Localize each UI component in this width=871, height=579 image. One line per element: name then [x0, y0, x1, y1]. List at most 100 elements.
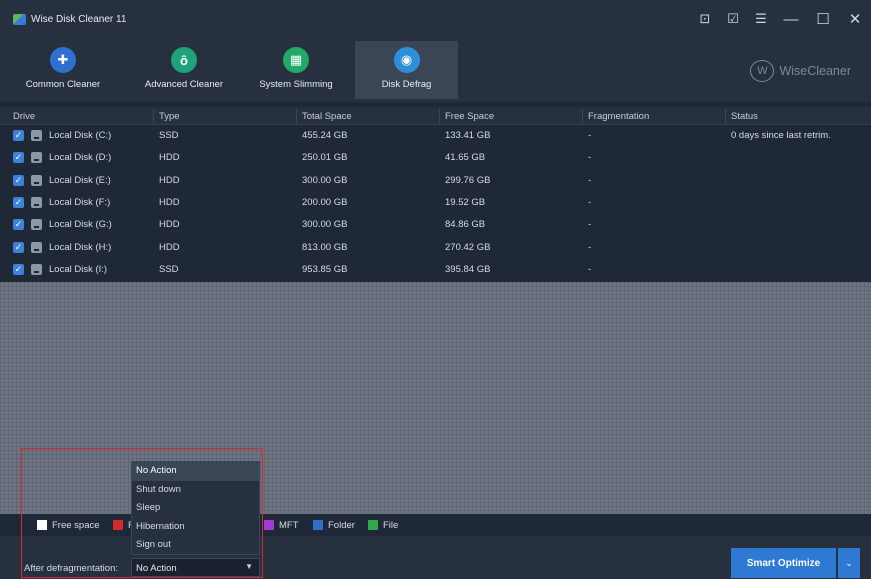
hard-drive-icon: [31, 263, 42, 275]
cell-frag: -: [588, 152, 592, 164]
cell-total: 953.85 GB: [302, 263, 348, 275]
hard-drive-icon: [31, 130, 42, 141]
drive-checkbox[interactable]: ✓: [13, 130, 24, 141]
column-header-type[interactable]: Type: [159, 111, 180, 122]
legend-swatch: [264, 520, 274, 530]
legend-label: Folder: [328, 519, 355, 531]
column-header-status[interactable]: Status: [731, 111, 758, 122]
drive-checkbox[interactable]: ✓: [13, 152, 24, 164]
highlight-box: [21, 448, 263, 578]
hard-drive-icon: [31, 196, 42, 208]
wisecleaner-logo: W WiseCleaner: [750, 60, 851, 82]
column-divider: [153, 109, 154, 123]
table-row[interactable]: ✓ Local Disk (H:) HDD 813.00 GB 270.42 GB -: [0, 237, 871, 259]
tool-system-slimming[interactable]: ▦ System Slimming: [250, 41, 342, 99]
cell-type: HDD: [159, 241, 180, 253]
maximize-icon[interactable]: ☐: [807, 7, 839, 31]
column-divider: [439, 109, 440, 123]
table-row[interactable]: ✓ Local Disk (D:) HDD 250.01 GB 41.65 GB -: [0, 147, 871, 169]
wisecleaner-logo-text: WiseCleaner: [779, 64, 851, 78]
close-icon[interactable]: ✕: [839, 7, 871, 31]
cell-total: 250.01 GB: [302, 152, 348, 164]
cell-drive: Local Disk (G:): [49, 219, 112, 231]
cell-drive: Local Disk (I:): [49, 263, 108, 275]
cell-type: SSD: [159, 130, 179, 141]
cell-status: 0 days since last retrim.: [731, 130, 831, 141]
drive-checkbox[interactable]: ✓: [13, 263, 24, 275]
windows-icon: ▦: [283, 47, 309, 73]
column-header-fragmentation[interactable]: Fragmentation: [588, 111, 649, 122]
cell-total: 300.00 GB: [302, 219, 348, 231]
hard-drive-icon: [31, 174, 42, 186]
drive-checkbox[interactable]: ✓: [13, 196, 24, 208]
drive-checkbox[interactable]: ✓: [13, 174, 24, 186]
window-controls: ⊡ ☑ ☰ — ☐ ✕: [691, 0, 871, 38]
tool-advanced-cleaner[interactable]: ô Advanced Cleaner: [134, 41, 234, 99]
cell-drive: Local Disk (C:): [49, 130, 112, 141]
cell-frag: -: [588, 130, 592, 141]
table-row[interactable]: ✓ Local Disk (F:) HDD 200.00 GB 19.52 GB -: [0, 192, 871, 214]
tool-label: Common Cleaner: [25, 79, 101, 90]
cell-type: HDD: [159, 174, 180, 186]
column-header-total-space[interactable]: Total Space: [302, 111, 352, 122]
cell-drive: Local Disk (H:): [49, 241, 112, 253]
chevron-down-icon: ⌄: [845, 557, 853, 568]
legend-item: MFT: [264, 520, 299, 531]
cell-free: 299.76 GB: [445, 174, 491, 186]
cell-total: 455.24 GB: [302, 130, 348, 141]
tool-label: System Slimming: [259, 79, 333, 90]
hard-drive-icon: [31, 241, 42, 253]
cell-type: SSD: [159, 263, 179, 275]
column-header-free-space[interactable]: Free Space: [445, 111, 494, 122]
cell-total: 300.00 GB: [302, 174, 348, 186]
cell-type: HDD: [159, 219, 180, 231]
edit-icon[interactable]: ☑: [719, 7, 747, 31]
legend-item: File: [368, 520, 398, 531]
cell-frag: -: [588, 219, 592, 231]
cell-frag: -: [588, 196, 592, 208]
wisecleaner-logo-mark: W: [750, 60, 775, 82]
tool-label: Advanced Cleaner: [144, 79, 224, 90]
cell-frag: -: [588, 263, 592, 275]
legend-swatch: [313, 520, 323, 530]
legend-label: MFT: [279, 519, 299, 531]
main-toolbar: ✚ Common Cleaner ô Advanced Cleaner ▦ System …: [0, 38, 871, 102]
column-divider: [582, 109, 583, 123]
cell-type: HDD: [159, 196, 180, 208]
cell-free: 41.65 GB: [445, 152, 486, 164]
cell-free: 84.86 GB: [445, 219, 486, 231]
legend-label: File: [383, 519, 399, 531]
tool-common-cleaner[interactable]: ✚ Common Cleaner: [8, 41, 118, 99]
cell-drive: Local Disk (D:): [49, 152, 112, 164]
legend-item: Folder: [313, 520, 355, 531]
cell-frag: -: [588, 241, 592, 253]
app-title: Wise Disk Cleaner 11: [31, 13, 127, 25]
cell-free: 395.84 GB: [445, 263, 491, 275]
column-header-drive[interactable]: Drive: [13, 111, 35, 122]
app-icon: [13, 13, 26, 25]
table-row[interactable]: ✓ Local Disk (I:) SSD 953.85 GB 395.84 GB -: [0, 259, 871, 281]
disk-defrag-icon: ◉: [393, 47, 420, 73]
cell-total: 813.00 GB: [302, 241, 348, 253]
table-row[interactable]: ✓ Local Disk (C:) SSD 455.24 GB 133.41 GB - 0 …: [0, 125, 871, 147]
tool-disk-defrag[interactable]: ◉ Disk Defrag: [355, 41, 458, 99]
cell-total: 200.00 GB: [302, 196, 348, 208]
hard-drive-icon: [31, 219, 42, 231]
tool-label: Disk Defrag: [381, 79, 432, 90]
drive-checkbox[interactable]: ✓: [13, 241, 24, 253]
drive-checkbox[interactable]: ✓: [13, 219, 24, 231]
menu-icon[interactable]: ☰: [747, 7, 775, 31]
column-divider: [296, 109, 297, 123]
table-row[interactable]: ✓ Local Disk (G:) HDD 300.00 GB 84.86 GB -: [0, 214, 871, 236]
broom-icon: ✚: [50, 47, 76, 73]
hard-drive-icon: [31, 152, 42, 164]
table-row[interactable]: ✓ Local Disk (E:) HDD 300.00 GB 299.76 GB -: [0, 170, 871, 192]
minimize-icon[interactable]: —: [775, 7, 807, 31]
smart-optimize-dropdown-button[interactable]: ⌄: [838, 548, 860, 578]
cell-free: 270.42 GB: [445, 241, 491, 253]
drive-table-header: Drive Type Total Space Free Space Fragmentat…: [0, 107, 871, 125]
title-bar: Wise Disk Cleaner 11 ⊡ ☑ ☰ — ☐ ✕: [0, 0, 871, 38]
monitor-icon[interactable]: ⊡: [691, 7, 719, 31]
vacuum-icon: ô: [171, 47, 197, 73]
smart-optimize-button[interactable]: Smart Optimize: [731, 548, 836, 578]
